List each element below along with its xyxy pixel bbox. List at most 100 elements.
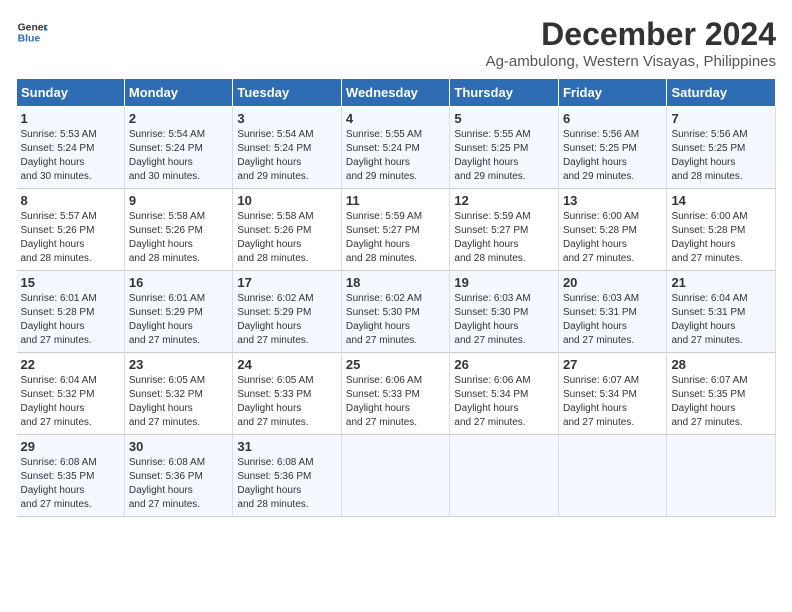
calendar-row: 8 Sunrise: 5:57 AM Sunset: 5:26 PM Dayli…: [17, 189, 776, 271]
col-sunday: Sunday: [17, 79, 125, 107]
day-info: Sunrise: 6:06 AM Sunset: 5:34 PM Dayligh…: [454, 374, 554, 430]
day-info: Sunrise: 6:04 AM Sunset: 5:31 PM Dayligh…: [671, 292, 771, 348]
table-row: 16 Sunrise: 6:01 AM Sunset: 5:29 PM Dayl…: [124, 271, 233, 353]
table-row: 31 Sunrise: 6:08 AM Sunset: 5:36 PM Dayl…: [233, 435, 342, 517]
table-row: 21 Sunrise: 6:04 AM Sunset: 5:31 PM Dayl…: [667, 271, 776, 353]
day-number: 4: [346, 111, 446, 126]
day-info: Sunrise: 6:03 AM Sunset: 5:31 PM Dayligh…: [563, 292, 663, 348]
calendar-table: Sunday Monday Tuesday Wednesday Thursday…: [16, 78, 776, 517]
day-number: 23: [129, 357, 229, 372]
table-row: 7 Sunrise: 5:56 AM Sunset: 5:25 PM Dayli…: [667, 107, 776, 189]
day-info: Sunrise: 5:57 AM Sunset: 5:26 PM Dayligh…: [21, 210, 120, 266]
table-row: 24 Sunrise: 6:05 AM Sunset: 5:33 PM Dayl…: [233, 353, 342, 435]
day-info: Sunrise: 5:59 AM Sunset: 5:27 PM Dayligh…: [454, 210, 554, 266]
logo: General Blue: [16, 16, 48, 48]
calendar-row: 1 Sunrise: 5:53 AM Sunset: 5:24 PM Dayli…: [17, 107, 776, 189]
table-row: 20 Sunrise: 6:03 AM Sunset: 5:31 PM Dayl…: [558, 271, 667, 353]
table-row: 22 Sunrise: 6:04 AM Sunset: 5:32 PM Dayl…: [17, 353, 125, 435]
day-number: 24: [237, 357, 337, 372]
day-number: 10: [237, 193, 337, 208]
day-number: 6: [563, 111, 663, 126]
day-info: Sunrise: 5:59 AM Sunset: 5:27 PM Dayligh…: [346, 210, 446, 266]
table-row: 15 Sunrise: 6:01 AM Sunset: 5:28 PM Dayl…: [17, 271, 125, 353]
day-number: 5: [454, 111, 554, 126]
calendar-row: 15 Sunrise: 6:01 AM Sunset: 5:28 PM Dayl…: [17, 271, 776, 353]
day-number: 12: [454, 193, 554, 208]
table-row: 9 Sunrise: 5:58 AM Sunset: 5:26 PM Dayli…: [124, 189, 233, 271]
day-info: Sunrise: 6:06 AM Sunset: 5:33 PM Dayligh…: [346, 374, 446, 430]
page-header: General Blue December 2024 Ag-ambulong, …: [16, 16, 776, 70]
table-row: 14 Sunrise: 6:00 AM Sunset: 5:28 PM Dayl…: [667, 189, 776, 271]
day-number: 25: [346, 357, 446, 372]
table-row: 17 Sunrise: 6:02 AM Sunset: 5:29 PM Dayl…: [233, 271, 342, 353]
table-row: 10 Sunrise: 5:58 AM Sunset: 5:26 PM Dayl…: [233, 189, 342, 271]
col-friday: Friday: [558, 79, 667, 107]
table-row: 26 Sunrise: 6:06 AM Sunset: 5:34 PM Dayl…: [450, 353, 559, 435]
logo-icon: General Blue: [16, 16, 48, 48]
calendar-header-row: Sunday Monday Tuesday Wednesday Thursday…: [17, 79, 776, 107]
table-row: [667, 435, 776, 517]
col-tuesday: Tuesday: [233, 79, 342, 107]
day-number: 16: [129, 275, 229, 290]
table-row: 4 Sunrise: 5:55 AM Sunset: 5:24 PM Dayli…: [341, 107, 450, 189]
day-info: Sunrise: 6:00 AM Sunset: 5:28 PM Dayligh…: [563, 210, 663, 266]
day-info: Sunrise: 6:00 AM Sunset: 5:28 PM Dayligh…: [671, 210, 771, 266]
table-row: 6 Sunrise: 5:56 AM Sunset: 5:25 PM Dayli…: [558, 107, 667, 189]
calendar-row: 29 Sunrise: 6:08 AM Sunset: 5:35 PM Dayl…: [17, 435, 776, 517]
day-number: 21: [671, 275, 771, 290]
day-info: Sunrise: 6:05 AM Sunset: 5:33 PM Dayligh…: [237, 374, 337, 430]
col-thursday: Thursday: [450, 79, 559, 107]
day-number: 30: [129, 439, 229, 454]
day-info: Sunrise: 6:03 AM Sunset: 5:30 PM Dayligh…: [454, 292, 554, 348]
table-row: 19 Sunrise: 6:03 AM Sunset: 5:30 PM Dayl…: [450, 271, 559, 353]
day-number: 8: [21, 193, 120, 208]
day-number: 13: [563, 193, 663, 208]
day-info: Sunrise: 6:08 AM Sunset: 5:35 PM Dayligh…: [21, 456, 120, 512]
day-info: Sunrise: 5:56 AM Sunset: 5:25 PM Dayligh…: [563, 128, 663, 184]
table-row: 13 Sunrise: 6:00 AM Sunset: 5:28 PM Dayl…: [558, 189, 667, 271]
table-row: 8 Sunrise: 5:57 AM Sunset: 5:26 PM Dayli…: [17, 189, 125, 271]
day-number: 2: [129, 111, 229, 126]
day-number: 22: [21, 357, 120, 372]
day-number: 1: [21, 111, 120, 126]
day-info: Sunrise: 5:56 AM Sunset: 5:25 PM Dayligh…: [671, 128, 771, 184]
day-info: Sunrise: 6:05 AM Sunset: 5:32 PM Dayligh…: [129, 374, 229, 430]
day-number: 15: [21, 275, 120, 290]
table-row: 27 Sunrise: 6:07 AM Sunset: 5:34 PM Dayl…: [558, 353, 667, 435]
table-row: 23 Sunrise: 6:05 AM Sunset: 5:32 PM Dayl…: [124, 353, 233, 435]
col-wednesday: Wednesday: [341, 79, 450, 107]
day-info: Sunrise: 6:04 AM Sunset: 5:32 PM Dayligh…: [21, 374, 120, 430]
day-info: Sunrise: 5:58 AM Sunset: 5:26 PM Dayligh…: [237, 210, 337, 266]
day-number: 17: [237, 275, 337, 290]
day-number: 14: [671, 193, 771, 208]
table-row: 18 Sunrise: 6:02 AM Sunset: 5:30 PM Dayl…: [341, 271, 450, 353]
svg-text:General: General: [18, 22, 48, 33]
table-row: 28 Sunrise: 6:07 AM Sunset: 5:35 PM Dayl…: [667, 353, 776, 435]
page-title: December 2024: [486, 16, 776, 53]
table-row: [558, 435, 667, 517]
col-monday: Monday: [124, 79, 233, 107]
table-row: 1 Sunrise: 5:53 AM Sunset: 5:24 PM Dayli…: [17, 107, 125, 189]
day-info: Sunrise: 5:54 AM Sunset: 5:24 PM Dayligh…: [129, 128, 229, 184]
day-info: Sunrise: 5:53 AM Sunset: 5:24 PM Dayligh…: [21, 128, 120, 184]
day-number: 7: [671, 111, 771, 126]
calendar-row: 22 Sunrise: 6:04 AM Sunset: 5:32 PM Dayl…: [17, 353, 776, 435]
day-number: 31: [237, 439, 337, 454]
table-row: 29 Sunrise: 6:08 AM Sunset: 5:35 PM Dayl…: [17, 435, 125, 517]
table-row: 11 Sunrise: 5:59 AM Sunset: 5:27 PM Dayl…: [341, 189, 450, 271]
table-row: [341, 435, 450, 517]
day-info: Sunrise: 5:55 AM Sunset: 5:25 PM Dayligh…: [454, 128, 554, 184]
day-info: Sunrise: 6:01 AM Sunset: 5:29 PM Dayligh…: [129, 292, 229, 348]
table-row: 5 Sunrise: 5:55 AM Sunset: 5:25 PM Dayli…: [450, 107, 559, 189]
table-row: 12 Sunrise: 5:59 AM Sunset: 5:27 PM Dayl…: [450, 189, 559, 271]
day-number: 3: [237, 111, 337, 126]
day-info: Sunrise: 5:58 AM Sunset: 5:26 PM Dayligh…: [129, 210, 229, 266]
day-info: Sunrise: 5:54 AM Sunset: 5:24 PM Dayligh…: [237, 128, 337, 184]
day-number: 18: [346, 275, 446, 290]
day-number: 26: [454, 357, 554, 372]
table-row: 30 Sunrise: 6:08 AM Sunset: 5:36 PM Dayl…: [124, 435, 233, 517]
table-row: 3 Sunrise: 5:54 AM Sunset: 5:24 PM Dayli…: [233, 107, 342, 189]
day-info: Sunrise: 6:02 AM Sunset: 5:29 PM Dayligh…: [237, 292, 337, 348]
table-row: 2 Sunrise: 5:54 AM Sunset: 5:24 PM Dayli…: [124, 107, 233, 189]
day-info: Sunrise: 6:07 AM Sunset: 5:34 PM Dayligh…: [563, 374, 663, 430]
